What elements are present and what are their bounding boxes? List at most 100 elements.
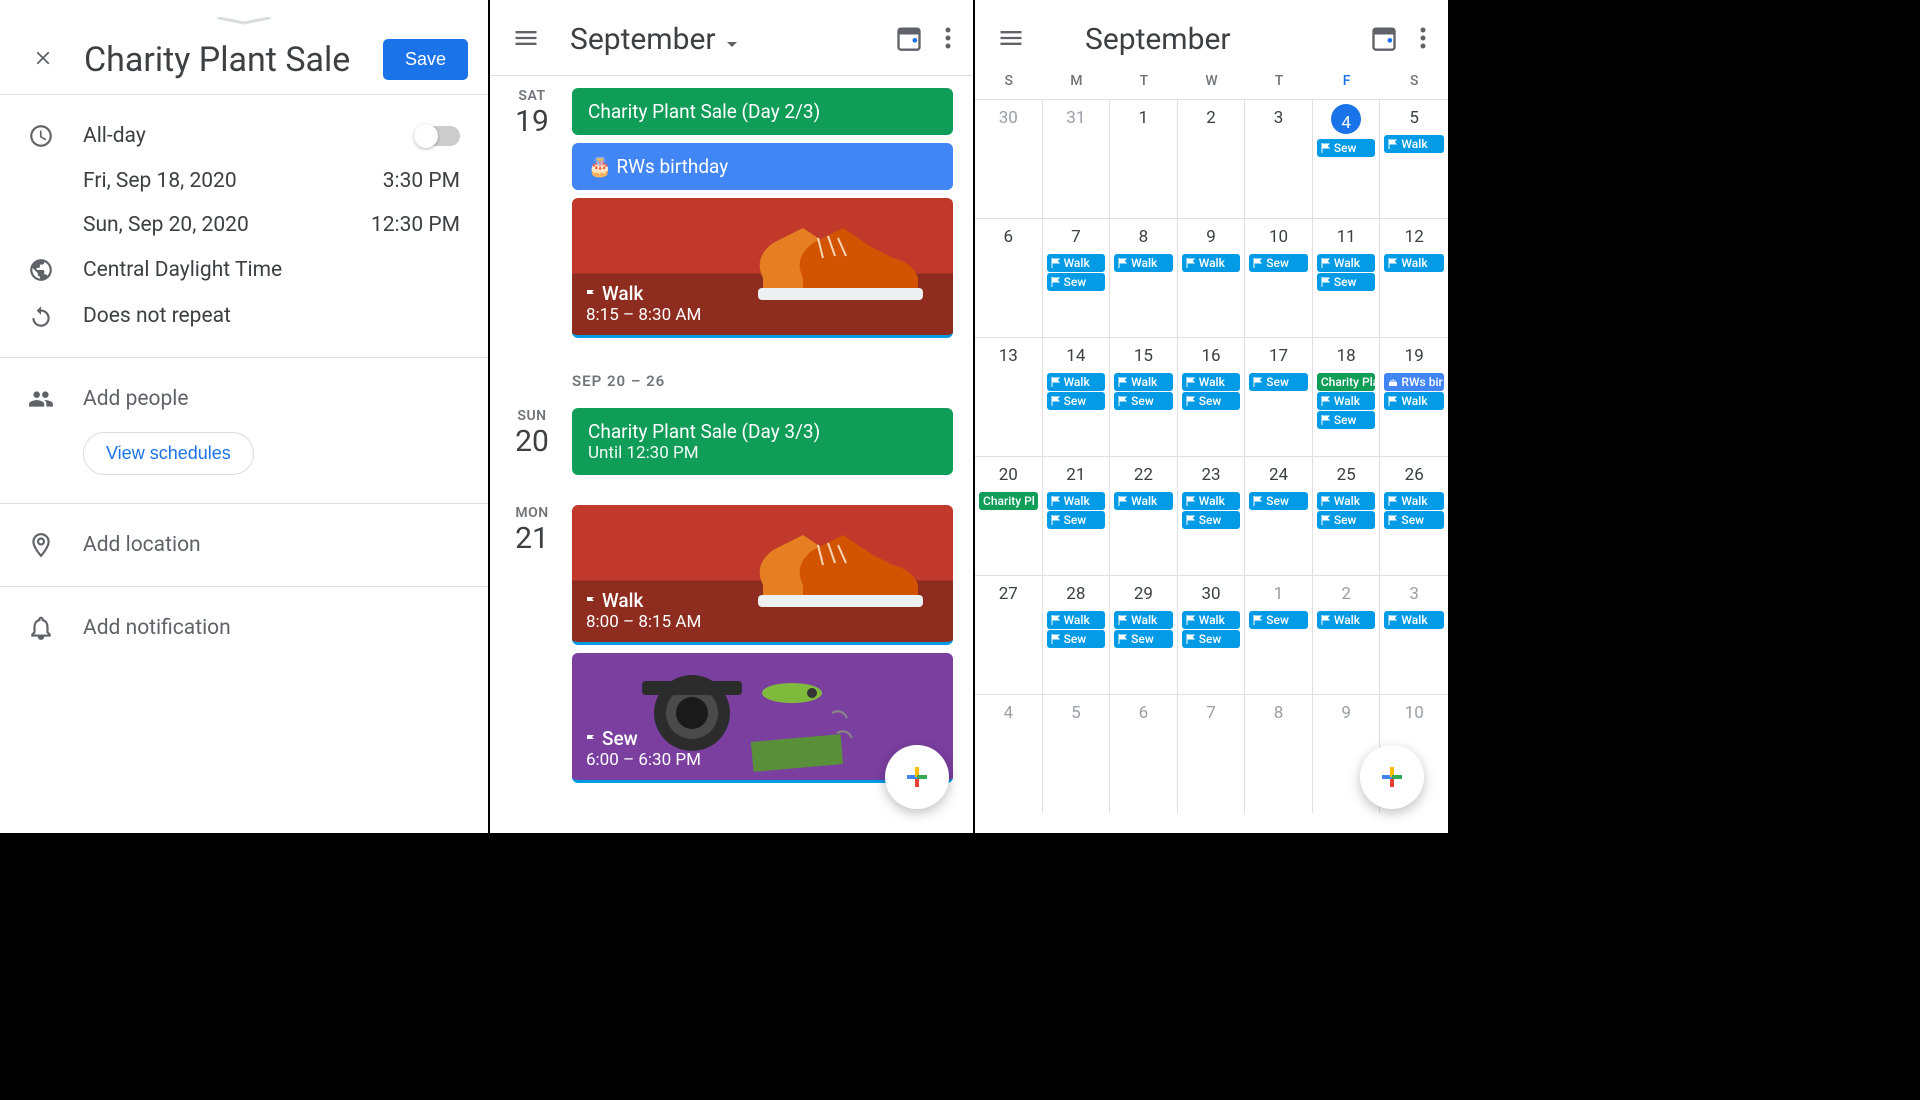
save-button[interactable]: Save — [383, 39, 468, 80]
month-cell[interactable]: 1 — [1110, 99, 1178, 218]
month-cell[interactable]: 8 — [1245, 694, 1313, 813]
month-cell[interactable]: 3Walk — [1380, 575, 1448, 694]
event-chip[interactable]: Sew — [1182, 392, 1241, 410]
event-chip[interactable]: Sew — [1317, 273, 1376, 291]
month-cell[interactable]: 30 — [975, 99, 1043, 218]
event-chip[interactable]: Charity Plant Sale — [1317, 373, 1376, 391]
event-chip[interactable]: Sew — [1114, 392, 1173, 410]
event-chip[interactable]: Sew — [1114, 630, 1173, 648]
day-label[interactable]: SAT 19 — [502, 88, 562, 346]
month-cell[interactable]: 27 — [975, 575, 1043, 694]
allday-toggle[interactable] — [416, 126, 460, 146]
create-event-fab[interactable] — [885, 745, 949, 809]
month-cell[interactable]: 16WalkSew — [1178, 337, 1246, 456]
month-cell[interactable]: 11WalkSew — [1313, 218, 1381, 337]
menu-icon[interactable] — [512, 24, 540, 56]
menu-icon[interactable] — [997, 24, 1025, 56]
event-chip[interactable]: Sew — [1249, 254, 1308, 272]
month-cell[interactable]: 8Walk — [1110, 218, 1178, 337]
month-cell[interactable]: 7 — [1178, 694, 1246, 813]
event-chip[interactable]: Walk — [1384, 254, 1444, 272]
event-chip[interactable]: Walk — [1384, 611, 1444, 629]
close-icon[interactable] — [32, 43, 54, 76]
event-chip[interactable]: Sew — [1047, 392, 1106, 410]
month-cell[interactable]: 4 — [975, 694, 1043, 813]
month-cell[interactable]: 30WalkSew — [1178, 575, 1246, 694]
repeat-label[interactable]: Does not repeat — [83, 304, 460, 328]
event-chip[interactable]: Sew — [1249, 611, 1308, 629]
add-location-label[interactable]: Add location — [83, 533, 460, 557]
event-chip[interactable]: Walk — [1182, 492, 1241, 510]
event-chip[interactable]: Walk — [1384, 492, 1444, 510]
event-chip[interactable]: RWs bir — [1384, 373, 1444, 391]
month-cell[interactable]: 2 — [1178, 99, 1246, 218]
event-chip[interactable]: Sew — [1317, 411, 1376, 429]
event-chip[interactable]: Walk — [1384, 392, 1444, 410]
month-cell[interactable]: 18Charity Plant SaleWalkSew — [1313, 337, 1381, 456]
start-time[interactable]: 3:30 PM — [383, 169, 460, 193]
event-chip[interactable]: Walk — [1182, 611, 1241, 629]
event-chip[interactable]: Sew — [1249, 373, 1308, 391]
event-title-input[interactable]: Charity Plant Sale — [84, 40, 383, 80]
event-chip[interactable]: Walk — [1114, 492, 1173, 510]
event-chip[interactable]: Sew — [1317, 139, 1376, 157]
add-people-label[interactable]: Add people — [83, 387, 460, 411]
event-charity-sale[interactable]: Charity Plant Sale (Day 3/3) Until 12:30… — [572, 408, 953, 475]
calendar-today-icon[interactable] — [1370, 24, 1398, 56]
event-chip[interactable]: Walk — [1317, 392, 1376, 410]
more-icon[interactable] — [1420, 26, 1426, 54]
month-cell[interactable]: 28WalkSew — [1043, 575, 1111, 694]
month-cell[interactable]: 1Sew — [1245, 575, 1313, 694]
event-chip[interactable]: Walk — [1182, 254, 1241, 272]
month-cell[interactable]: 24Sew — [1245, 456, 1313, 575]
month-cell[interactable]: 5 — [1043, 694, 1111, 813]
month-cell[interactable]: 7WalkSew — [1043, 218, 1111, 337]
month-cell[interactable]: 6 — [1110, 694, 1178, 813]
event-birthday[interactable]: 🎂 RWs birthday — [572, 143, 953, 190]
view-schedules-button[interactable]: View schedules — [83, 432, 254, 475]
month-cell[interactable]: 17Sew — [1245, 337, 1313, 456]
event-charity-sale[interactable]: Charity Plant Sale (Day 2/3) — [572, 88, 953, 135]
event-chip[interactable]: Walk — [1114, 611, 1173, 629]
event-chip[interactable]: Sew — [1047, 273, 1106, 291]
event-chip[interactable]: Walk — [1114, 254, 1173, 272]
month-cell[interactable]: 10Sew — [1245, 218, 1313, 337]
month-cell[interactable]: 20Charity Pl — [975, 456, 1043, 575]
event-chip[interactable]: Charity Pl — [979, 492, 1038, 510]
month-cell[interactable]: 2Walk — [1313, 575, 1381, 694]
month-selector[interactable]: September — [570, 22, 895, 57]
end-time[interactable]: 12:30 PM — [371, 213, 460, 237]
month-cell[interactable]: 5Walk — [1380, 99, 1448, 218]
event-chip[interactable]: Sew — [1047, 630, 1106, 648]
month-cell[interactable]: 15WalkSew — [1110, 337, 1178, 456]
event-walk-card[interactable]: Walk 8:15 – 8:30 AM — [572, 198, 953, 338]
month-cell[interactable]: 26WalkSew — [1380, 456, 1448, 575]
day-label[interactable]: SUN 20 — [502, 408, 562, 483]
start-date[interactable]: Fri, Sep 18, 2020 — [83, 169, 383, 193]
event-chip[interactable]: Walk — [1317, 611, 1376, 629]
month-cell[interactable]: 12Walk — [1380, 218, 1448, 337]
event-chip[interactable]: Walk — [1317, 492, 1376, 510]
more-icon[interactable] — [945, 26, 951, 54]
month-cell[interactable]: 9Walk — [1178, 218, 1246, 337]
event-chip[interactable]: Walk — [1047, 611, 1106, 629]
day-label[interactable]: MON 21 — [502, 505, 562, 791]
event-chip[interactable]: Sew — [1047, 511, 1106, 529]
month-cell[interactable]: 19RWs birWalk — [1380, 337, 1448, 456]
month-cell[interactable]: 25WalkSew — [1313, 456, 1381, 575]
month-cell[interactable]: 3 — [1245, 99, 1313, 218]
add-notification-label[interactable]: Add notification — [83, 616, 460, 640]
month-cell[interactable]: 4Sew — [1313, 99, 1381, 218]
event-chip[interactable]: Sew — [1249, 492, 1308, 510]
event-chip[interactable]: Walk — [1317, 254, 1376, 272]
calendar-today-icon[interactable] — [895, 24, 923, 56]
drag-handle-icon[interactable] — [0, 0, 488, 33]
month-cell[interactable]: 29WalkSew — [1110, 575, 1178, 694]
event-chip[interactable]: Walk — [1384, 135, 1444, 153]
month-cell[interactable]: 14WalkSew — [1043, 337, 1111, 456]
end-date[interactable]: Sun, Sep 20, 2020 — [83, 213, 371, 237]
month-cell[interactable]: 31 — [1043, 99, 1111, 218]
event-chip[interactable]: Sew — [1317, 511, 1376, 529]
month-label[interactable]: September — [1085, 22, 1370, 57]
month-cell[interactable]: 6 — [975, 218, 1043, 337]
